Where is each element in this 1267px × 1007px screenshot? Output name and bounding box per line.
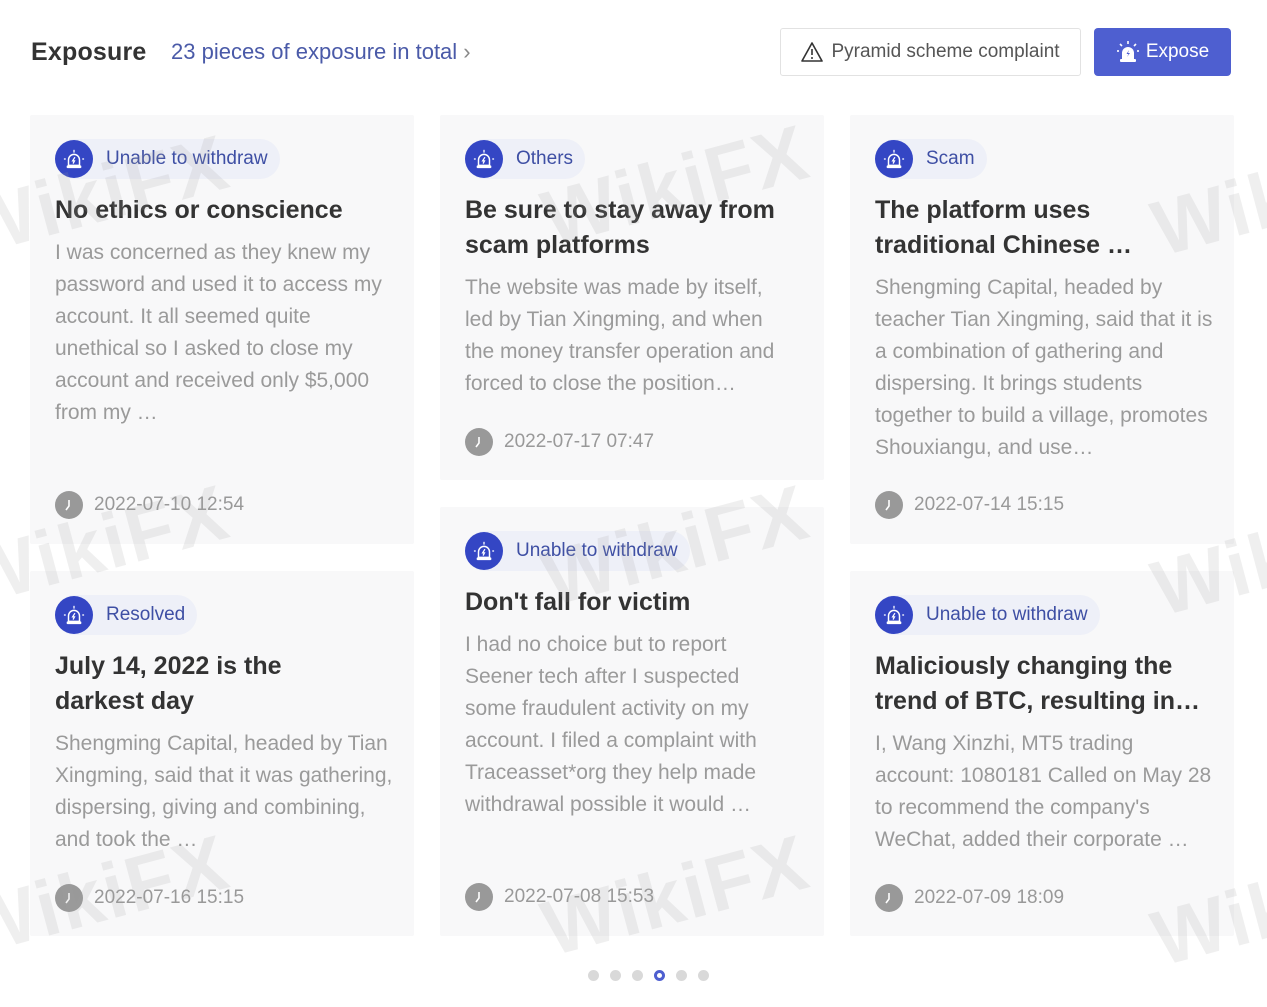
alarm-icon [875, 596, 913, 634]
exposure-card[interactable]: Others Be sure to stay away from scam pl… [440, 115, 824, 480]
category-label: Resolved [106, 604, 186, 625]
alarm-icon [1116, 41, 1139, 62]
date-text: 2022-07-17 07:47 [504, 431, 655, 452]
card-date: 2022-07-08 15:53 [465, 883, 654, 911]
category-tag: Others [465, 139, 586, 179]
date-text: 2022-07-09 18:09 [914, 887, 1065, 908]
category-label: Others [516, 148, 574, 169]
page-dot-3[interactable] [632, 970, 643, 981]
card-title: Be sure to stay away from scam platforms [465, 196, 775, 259]
card-date: 2022-07-10 12:54 [55, 491, 244, 519]
clock-icon [55, 491, 83, 519]
page-title: Exposure [31, 38, 147, 66]
exposure-card[interactable]: Unable to withdraw Maliciously changing … [850, 571, 1234, 936]
clock-icon [55, 884, 83, 912]
exposure-card[interactable]: Unable to withdraw Don't fall for victim… [440, 507, 824, 936]
chevron-right-icon: › [463, 39, 471, 64]
page-dot-6[interactable] [698, 970, 709, 981]
pyramid-scheme-complaint-button[interactable]: Pyramid scheme complaint [780, 28, 1081, 76]
page-dot-1[interactable] [588, 970, 599, 981]
card-summary: I, Wang Xinzhi, MT5 trading account: 108… [875, 732, 1212, 851]
date-text: 2022-07-14 15:15 [914, 494, 1065, 515]
alarm-icon [465, 532, 503, 570]
page-dot-5[interactable] [676, 970, 687, 981]
category-label: Unable to withdraw [106, 148, 268, 169]
alarm-icon [55, 596, 93, 634]
clock-icon [465, 883, 493, 911]
card-summary: I was concerned as they knew my password… [55, 241, 382, 424]
card-summary: The website was made by itself, led by T… [465, 276, 775, 395]
alarm-icon [875, 140, 913, 178]
exposure-card[interactable]: Resolved July 14, 2022 is the darkest da… [30, 571, 414, 936]
card-summary: I had no choice but to report Seener tec… [465, 633, 757, 816]
exposure-card[interactable]: Scam The platform uses traditional Chine… [850, 115, 1234, 544]
card-date: 2022-07-17 07:47 [465, 428, 654, 456]
card-title: Maliciously changing the trend of BTC, r… [875, 652, 1200, 715]
exposure-header: Exposure 23 pieces of exposure in total … [31, 28, 1231, 76]
category-tag: Scam [875, 139, 987, 179]
expose-button-label: Expose [1145, 41, 1210, 62]
category-label: Unable to withdraw [926, 604, 1088, 625]
card-date: 2022-07-14 15:15 [875, 491, 1064, 519]
card-title: July 14, 2022 is the darkest day [55, 652, 282, 715]
alarm-icon [55, 140, 93, 178]
exposure-card[interactable]: Unable to withdraw No ethics or conscien… [30, 115, 414, 544]
category-tag: Unable to withdraw [875, 595, 1100, 635]
card-summary: Shengming Capital, headed by teacher Tia… [875, 276, 1213, 459]
clock-icon [465, 428, 493, 456]
carousel-pagination [588, 970, 720, 981]
total-exposure-label: 23 pieces of exposure in total [171, 39, 458, 64]
card-date: 2022-07-09 18:09 [875, 884, 1064, 912]
page-dot-2[interactable] [610, 970, 621, 981]
card-title: The platform uses traditional Chinese … [875, 196, 1132, 259]
card-summary: Shengming Capital, headed by Tian Xingmi… [55, 732, 393, 851]
category-tag: Unable to withdraw [465, 531, 690, 571]
card-date: 2022-07-16 15:15 [55, 884, 244, 912]
category-label: Unable to withdraw [516, 540, 678, 561]
category-tag: Unable to withdraw [55, 139, 280, 179]
category-label: Scam [926, 148, 975, 169]
expose-button[interactable]: Expose [1094, 28, 1231, 76]
category-tag: Resolved [55, 595, 198, 635]
warning-icon [801, 42, 824, 62]
card-title: No ethics or conscience [55, 196, 343, 224]
page-dot-4-active[interactable] [654, 970, 665, 981]
alarm-icon [465, 140, 503, 178]
clock-icon [875, 491, 903, 519]
clock-icon [875, 884, 903, 912]
total-exposure-link[interactable]: 23 pieces of exposure in total › [171, 39, 471, 65]
date-text: 2022-07-08 15:53 [504, 886, 655, 907]
date-text: 2022-07-10 12:54 [94, 494, 245, 515]
complaint-button-label: Pyramid scheme complaint [831, 41, 1060, 62]
date-text: 2022-07-16 15:15 [94, 887, 245, 908]
card-title: Don't fall for victim [465, 588, 691, 616]
